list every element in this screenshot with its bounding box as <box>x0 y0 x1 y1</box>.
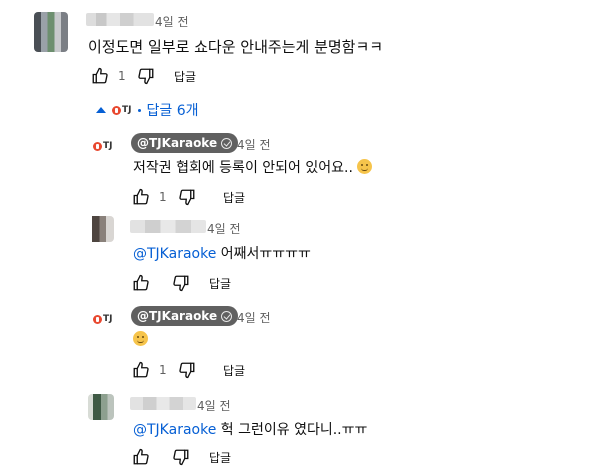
thumbs-up-icon[interactable] <box>131 360 151 380</box>
comment-text: @TJKaraoke 헉 그런이유 였다니..ㅠㅠ <box>133 422 368 438</box>
thumbs-up-icon[interactable] <box>131 447 151 467</box>
owner-author-chip[interactable]: @TJKaraoke <box>131 133 239 153</box>
mention-link[interactable]: @TJKaraoke <box>133 246 216 262</box>
comment-actions: 1 답글 <box>90 66 196 86</box>
author-name-blurred[interactable] <box>130 220 206 233</box>
channel-avatar-icon: TJ <box>112 100 132 120</box>
comment-time[interactable]: 4일 전 <box>237 309 271 326</box>
like-count: 1 <box>159 190 167 204</box>
check-circle-icon <box>221 310 233 322</box>
replies-count-label[interactable]: 답글 6개 <box>147 100 199 120</box>
reply-button[interactable]: 답글 <box>223 189 245 206</box>
avatar[interactable] <box>34 12 68 52</box>
owner-author-chip[interactable]: @TJKaraoke <box>131 306 239 326</box>
reply-button[interactable]: 답글 <box>223 362 245 379</box>
author-name-blurred[interactable] <box>86 13 154 26</box>
comment-text: @TJKaraoke 어째서ㅠㅠㅠㅠ <box>133 246 311 262</box>
comment-text: 저작권 협회에 등록이 안되어 있어요.. <box>133 157 373 177</box>
comment-time[interactable]: 4일 전 <box>197 397 231 414</box>
avatar[interactable] <box>88 216 114 242</box>
comment-actions: 1 답글 <box>131 360 245 380</box>
reply-button[interactable]: 답글 <box>209 275 231 292</box>
like-count: 1 <box>159 363 167 377</box>
slightly-smiling-emoji-icon <box>357 159 373 174</box>
comment-text <box>133 331 148 348</box>
comment-actions: 답글 <box>131 447 231 467</box>
author-name-blurred[interactable] <box>130 397 196 410</box>
thumbs-up-icon[interactable] <box>90 66 110 86</box>
replies-toggle[interactable]: TJ 답글 6개 <box>96 100 199 120</box>
channel-avatar[interactable]: TJ <box>93 136 121 156</box>
mention-link[interactable]: @TJKaraoke <box>133 422 216 438</box>
comment-time[interactable]: 4일 전 <box>155 13 189 30</box>
like-count: 1 <box>118 69 126 83</box>
check-circle-icon <box>221 137 233 149</box>
caret-up-icon <box>96 107 106 113</box>
slightly-smiling-emoji-icon <box>133 331 148 346</box>
channel-avatar[interactable]: TJ <box>93 309 121 329</box>
thumbs-down-icon[interactable] <box>171 447 191 467</box>
comment-time[interactable]: 4일 전 <box>207 220 241 237</box>
thumbs-up-icon[interactable] <box>131 273 151 293</box>
reply-button[interactable]: 답글 <box>209 449 231 466</box>
comment-actions: 답글 <box>131 273 231 293</box>
bullet-separator <box>137 108 141 112</box>
thumbs-down-icon[interactable] <box>177 360 197 380</box>
thumbs-down-icon[interactable] <box>136 66 156 86</box>
comment-time[interactable]: 4일 전 <box>237 136 271 153</box>
comment-text: 이정도면 일부로 쇼다운 안내주는게 분명함ㅋㅋ <box>88 38 384 56</box>
avatar[interactable] <box>88 394 114 420</box>
thumbs-up-icon[interactable] <box>131 187 151 207</box>
thumbs-down-icon[interactable] <box>177 187 197 207</box>
reply-button[interactable]: 답글 <box>174 68 196 85</box>
comment-actions: 1 답글 <box>131 187 245 207</box>
thumbs-down-icon[interactable] <box>171 273 191 293</box>
